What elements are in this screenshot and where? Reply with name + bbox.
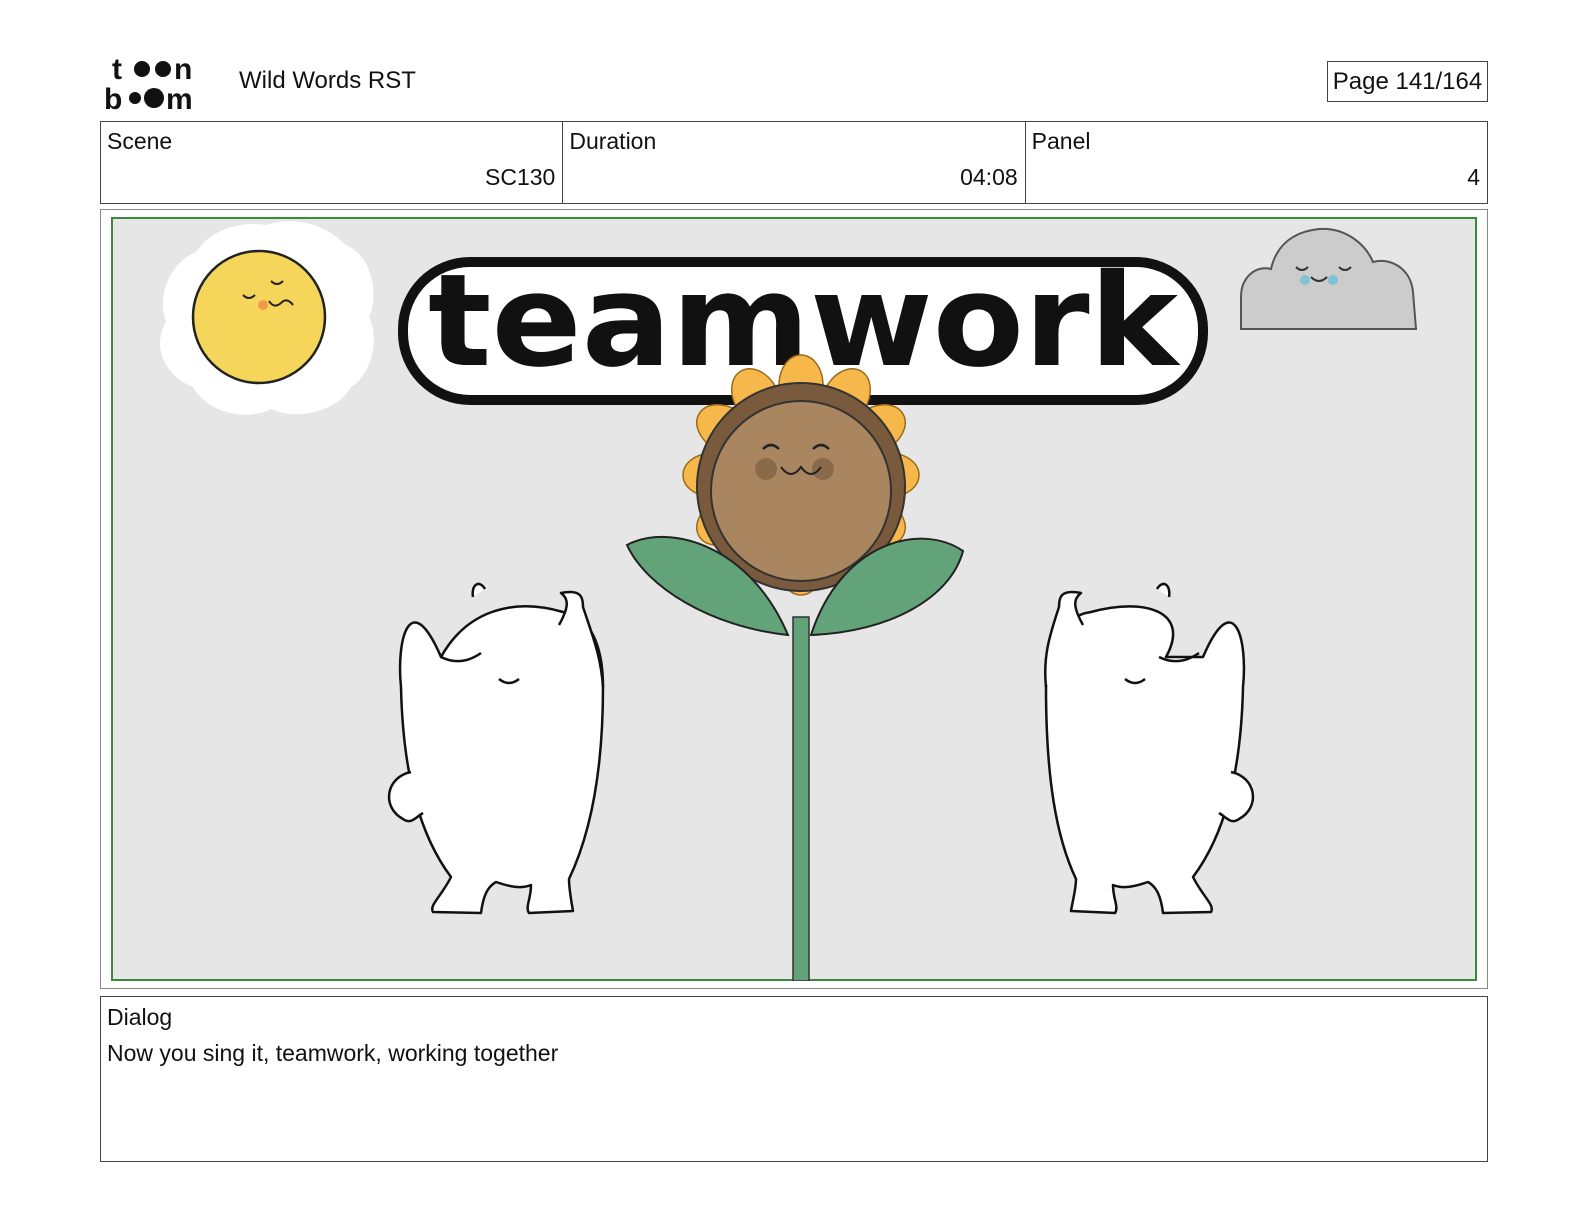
sunflower-face <box>710 400 892 582</box>
panel-cell: Panel 4 <box>1026 122 1487 203</box>
storyboard-panel: teamwork <box>100 209 1488 989</box>
toon-boom-logo: t n b m <box>104 52 216 116</box>
panel-info-row: Scene SC130 Duration 04:08 Panel 4 <box>100 121 1488 204</box>
sun-cheek <box>258 300 268 310</box>
sunflower-cheek-right <box>812 458 834 480</box>
svg-text:m: m <box>166 83 193 112</box>
sunflower-cheek-left <box>755 458 777 480</box>
panel-value: 4 <box>1467 164 1480 190</box>
dialog-label: Dialog <box>107 1004 173 1030</box>
page-indicator: Page 141/164 <box>1327 61 1488 102</box>
scene-value: SC130 <box>485 164 556 190</box>
dialog-text: Now you sing it, teamwork, working toget… <box>107 1040 559 1066</box>
duration-label: Duration <box>569 128 657 154</box>
scene-label: Scene <box>107 128 173 154</box>
project-title: Wild Words RST <box>239 67 416 94</box>
logo-graphic: t n b m <box>104 53 193 116</box>
svg-text:t: t <box>112 53 122 86</box>
svg-text:n: n <box>174 53 192 86</box>
sunflower-stem <box>792 616 810 981</box>
sun-face <box>191 249 327 385</box>
logo-lettering: t n b m <box>104 53 193 116</box>
panel-label: Panel <box>1031 128 1091 154</box>
scene-cell: Scene SC130 <box>101 122 564 203</box>
cloud-cheek-left <box>1300 275 1310 285</box>
duration-value: 04:08 <box>960 164 1018 190</box>
panel-artwork: teamwork <box>111 217 1477 981</box>
dialog-box: Dialog Now you sing it, teamwork, workin… <box>100 996 1488 1162</box>
duration-cell: Duration 04:08 <box>563 122 1026 203</box>
cloud-cheek-right <box>1328 275 1338 285</box>
svg-text:b: b <box>104 83 122 112</box>
